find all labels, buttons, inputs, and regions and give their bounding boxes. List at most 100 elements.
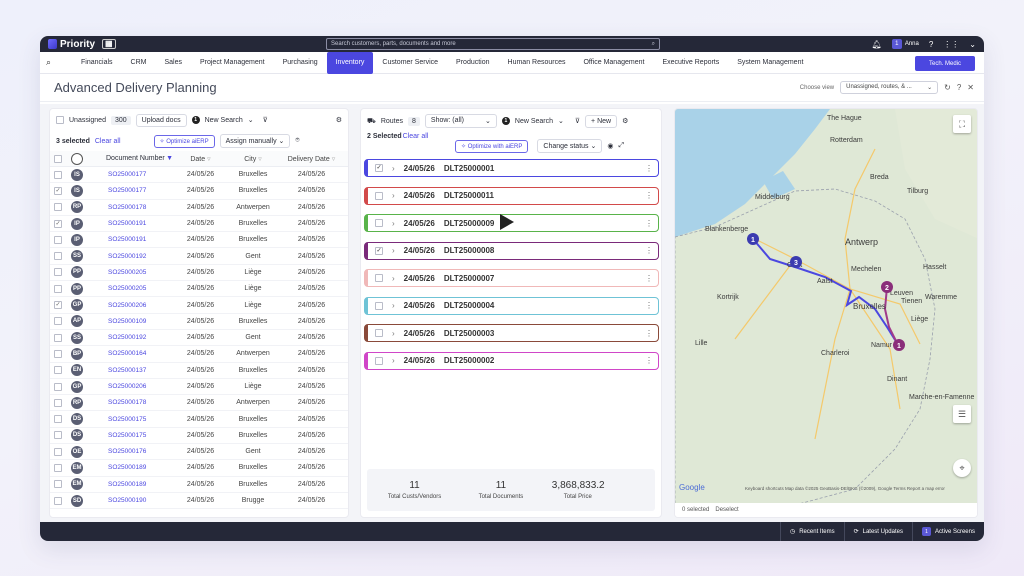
brand[interactable]: Priority ▦ — [48, 39, 296, 50]
new-search-button[interactable]: New Search — [205, 117, 243, 124]
table-row[interactable]: IS SO25000177 24/05/26 Bruxelles 24/05/26 — [50, 167, 348, 184]
active-screens-button[interactable]: 1 Active Screens — [911, 522, 984, 541]
route-card[interactable]: › 24/05/26 DLT25000007 ⋮ — [364, 269, 659, 287]
table-row[interactable]: DS SO25000175 24/05/26 Bruxelles 24/05/26 — [50, 411, 348, 428]
deselect-button[interactable]: Deselect — [715, 507, 738, 513]
route-map[interactable]: The Hague Rotterdam Breda Tilburg Antwer… — [675, 109, 978, 505]
show-filter-select[interactable]: Show: (all) ⌄ — [424, 114, 497, 128]
latest-updates-button[interactable]: ⟳ Latest Updates — [843, 522, 912, 541]
locate-icon[interactable]: ⌖ — [953, 459, 971, 477]
menu-item-financials[interactable]: Financials — [72, 52, 122, 74]
table-row[interactable]: SS SO25000192 24/05/26 Gent 24/05/26 — [50, 330, 348, 347]
refresh-icon[interactable]: ↻ — [944, 83, 951, 92]
more-options-icon[interactable]: ⋮ — [645, 301, 653, 310]
route-checkbox[interactable] — [375, 301, 383, 310]
document-number-link[interactable]: SO25000205 — [108, 285, 146, 292]
row-checkbox[interactable] — [54, 447, 62, 456]
filter-icon[interactable]: ▿ — [207, 156, 211, 163]
more-options-icon[interactable]: ⋮ — [645, 274, 653, 283]
row-checkbox[interactable] — [54, 317, 62, 326]
close-icon[interactable]: ✕ — [967, 83, 974, 92]
table-row[interactable]: PP SO25000205 24/05/26 Liège 24/05/26 — [50, 265, 348, 282]
menu-item-purchasing[interactable]: Purchasing — [274, 52, 327, 74]
col-document-number[interactable]: Document Number — [106, 155, 165, 162]
table-row[interactable]: EN SO25000137 24/05/26 Bruxelles 24/05/26 — [50, 363, 348, 379]
document-number-link[interactable]: SO25000206 — [108, 383, 146, 390]
route-checkbox[interactable] — [375, 356, 383, 365]
recent-items-button[interactable]: ◷ Recent Items — [779, 522, 844, 541]
document-number-link[interactable]: SO25000176 — [108, 448, 146, 455]
user-menu[interactable]: 1 Anna — [891, 39, 919, 49]
search-icon[interactable]: ⌕ — [652, 41, 655, 48]
route-checkbox[interactable]: ✓ — [375, 246, 383, 255]
document-number-link[interactable]: SO25000109 — [108, 318, 146, 325]
menu-item-system-management[interactable]: System Management — [728, 52, 812, 74]
select-all-checkbox[interactable] — [54, 154, 62, 163]
route-card[interactable]: › 24/05/26 DLT25000003 ⋮ — [364, 324, 659, 342]
optimize-aierp-button[interactable]: ✧ Optimize aiERP — [153, 134, 215, 148]
table-row[interactable]: AP SO25000109 24/05/26 Bruxelles 24/05/26 — [50, 314, 348, 330]
more-options-icon[interactable]: ⋮ — [645, 246, 653, 255]
chevron-down-icon[interactable]: ⌄ — [969, 40, 976, 49]
table-row[interactable]: GP SO25000206 24/05/26 Liège 24/05/26 — [50, 379, 348, 396]
table-row[interactable]: BP SO25000164 24/05/26 Antwerpen 24/05/26 — [50, 346, 348, 363]
chevron-down-icon[interactable]: ⌄ — [248, 116, 254, 124]
search-icon[interactable]: ⌕ — [46, 57, 62, 68]
table-row[interactable]: DS SO25000175 24/05/26 Bruxelles 24/05/26 — [50, 428, 348, 445]
row-checkbox[interactable] — [54, 496, 62, 505]
gear-icon[interactable]: ⚙ — [622, 117, 628, 125]
document-number-link[interactable]: SO25000191 — [108, 236, 146, 243]
row-checkbox[interactable] — [54, 268, 62, 277]
row-checkbox[interactable] — [54, 463, 62, 472]
change-status-select[interactable]: Change status ⌄ — [537, 139, 603, 153]
expand-chevron-icon[interactable]: › — [392, 301, 395, 310]
map-menu-icon[interactable]: ☰ — [953, 405, 971, 423]
table-row[interactable]: EM SO25000189 24/05/26 Bruxelles 24/05/26 — [50, 477, 348, 493]
more-options-icon[interactable]: ⋮ — [645, 329, 653, 338]
fullscreen-icon[interactable]: ⛶ — [953, 115, 971, 133]
new-route-button[interactable]: + New — [585, 114, 618, 128]
filter-icon[interactable]: ▿ — [258, 156, 262, 163]
table-row[interactable]: ✓ IS SO25000177 24/05/26 Bruxelles 24/05/26 — [50, 183, 348, 200]
table-row[interactable]: ✓ IP SO25000191 24/05/26 Bruxelles 24/05/26 — [50, 216, 348, 233]
table-row[interactable]: SD SO25000190 24/05/26 Brugge 24/05/26 — [50, 493, 348, 510]
location-pin-icon[interactable]: ⌾ — [295, 137, 299, 145]
menu-item-human-resources[interactable]: Human Resources — [499, 52, 575, 74]
document-number-link[interactable]: SO25000137 — [108, 367, 146, 374]
table-row[interactable]: IP SO25000191 24/05/26 Bruxelles 24/05/26 — [50, 232, 348, 249]
menu-item-customer-service[interactable]: Customer Service — [373, 52, 447, 74]
filter-clear-icon[interactable]: ⊽ — [263, 116, 268, 124]
table-row[interactable]: RP SO25000178 24/05/26 Antwerpen 24/05/26 — [50, 395, 348, 412]
menu-item-office-management[interactable]: Office Management — [574, 52, 653, 74]
gear-icon[interactable]: ⚙ — [336, 116, 342, 124]
document-number-link[interactable]: SO25000178 — [108, 399, 146, 406]
expand-chevron-icon[interactable]: › — [392, 191, 395, 200]
expand-chevron-icon[interactable]: › — [392, 356, 395, 365]
help-icon[interactable]: ? — [957, 83, 961, 92]
row-checkbox[interactable] — [54, 382, 62, 391]
route-card[interactable]: › 24/05/26 DLT25000004 ⋮ — [364, 296, 659, 315]
document-number-link[interactable]: SO25000206 — [108, 302, 146, 309]
table-row[interactable]: PP SO25000205 24/05/26 Liège 24/05/26 — [50, 281, 348, 298]
row-checkbox[interactable] — [54, 170, 62, 179]
expand-chevron-icon[interactable]: › — [392, 219, 395, 228]
col-delivery-date[interactable]: Delivery Date — [288, 156, 330, 163]
row-checkbox[interactable] — [54, 415, 62, 424]
bell-icon[interactable]: 🔔︎ — [872, 40, 882, 49]
more-options-icon[interactable]: ⋮ — [645, 164, 653, 173]
table-row[interactable]: OE SO25000176 24/05/26 Gent 24/05/26 — [50, 444, 348, 461]
more-options-icon[interactable]: ⋮ — [645, 219, 653, 228]
eye-icon[interactable]: ◉ — [607, 142, 613, 150]
optimize-with-aierp-button[interactable]: ✧ Optimize with aiERP — [455, 139, 529, 153]
row-checkbox[interactable]: ✓ — [54, 219, 62, 228]
expand-chevron-icon[interactable]: › — [392, 274, 395, 283]
document-number-link[interactable]: SO25000177 — [108, 187, 146, 194]
clear-all-link[interactable]: Clear all — [95, 138, 121, 145]
more-options-icon[interactable]: ⋮ — [645, 356, 653, 365]
more-options-icon[interactable]: ⋮ — [645, 191, 653, 200]
expand-chevron-icon[interactable]: › — [392, 164, 395, 173]
route-checkbox[interactable]: ✓ — [375, 164, 383, 172]
document-number-link[interactable]: SO25000189 — [108, 481, 146, 488]
row-checkbox[interactable] — [54, 480, 62, 489]
filter-clear-icon[interactable]: ⊽ — [575, 117, 580, 125]
